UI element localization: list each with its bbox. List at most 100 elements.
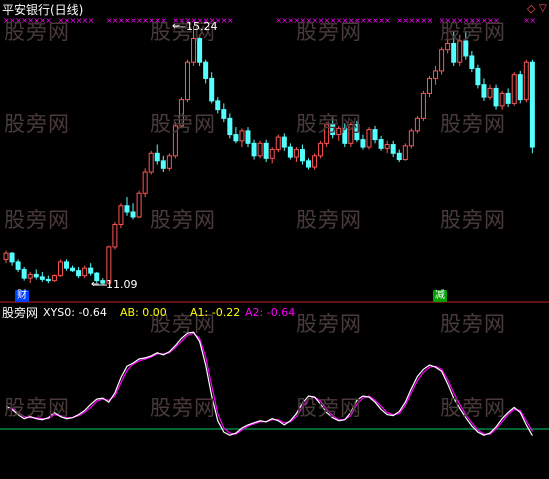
candle <box>420 90 426 121</box>
candle <box>299 144 305 165</box>
candle <box>51 274 57 282</box>
candle <box>15 259 21 272</box>
candle <box>402 143 408 161</box>
candle <box>475 64 481 89</box>
indicator-name: 股旁网 <box>2 306 39 320</box>
candle <box>523 59 529 103</box>
candle <box>100 278 106 285</box>
candle <box>21 266 27 281</box>
candle <box>517 70 523 104</box>
candle <box>148 150 154 175</box>
candle <box>64 259 69 271</box>
candle <box>160 155 166 173</box>
candle <box>118 203 124 229</box>
watermark: 股旁网 <box>4 20 70 44</box>
candle <box>136 190 142 219</box>
candle <box>245 127 251 148</box>
indicator-a1: A1: -0.22 <box>190 306 241 319</box>
candle <box>57 259 63 277</box>
candle <box>221 103 227 123</box>
candle <box>529 59 535 154</box>
low-price-label: 11.09 <box>106 278 138 291</box>
candle <box>209 72 215 104</box>
candle <box>493 84 499 110</box>
candle <box>39 271 45 282</box>
signal-x-marker: × <box>427 16 434 25</box>
candle <box>142 168 148 198</box>
candle <box>9 251 15 266</box>
watermark: 股旁网 <box>150 112 216 136</box>
watermark: 股旁网 <box>296 208 362 232</box>
signal-x-marker: × <box>227 16 234 25</box>
high-price-label: 15.24 <box>186 20 218 33</box>
candle <box>499 90 505 110</box>
menu-diamond-icon[interactable]: ◇ <box>527 3 535 15</box>
candle <box>505 88 511 108</box>
watermark: 股旁网 <box>4 396 70 420</box>
watermark: 股旁网 <box>440 20 506 44</box>
candle <box>185 59 190 103</box>
candle <box>45 275 51 284</box>
candle <box>378 135 384 151</box>
candle <box>427 75 432 98</box>
watermark: 股旁网 <box>150 208 216 232</box>
candle <box>390 140 396 158</box>
candle <box>511 72 517 106</box>
watermark: 股旁网 <box>296 112 362 136</box>
candle <box>76 266 82 279</box>
candle <box>233 127 239 144</box>
menu-down-icon[interactable]: ▽ <box>539 3 547 15</box>
candle <box>396 149 402 163</box>
low-price-arrow-icon: ← <box>91 279 100 290</box>
candle <box>469 50 475 73</box>
candle <box>130 203 136 220</box>
candle <box>166 153 172 171</box>
watermark: 股旁网 <box>440 112 506 136</box>
watermark: 股旁网 <box>4 208 70 232</box>
candle <box>414 115 420 134</box>
candle <box>112 221 118 250</box>
watermark: 股旁网 <box>296 20 362 44</box>
indicator-xys0: XYS0: -0.64 <box>43 306 107 319</box>
candle <box>215 97 221 114</box>
candlesticks <box>3 26 535 285</box>
high-price-arrow-icon: ← <box>172 21 181 32</box>
candle <box>318 140 324 159</box>
candle <box>366 127 372 150</box>
candle <box>372 125 378 144</box>
signal-x-marker: × <box>88 16 95 25</box>
watermark: 股旁网 <box>296 396 362 420</box>
candle <box>306 158 311 170</box>
watermark: 股旁网 <box>440 396 506 420</box>
candle <box>384 140 390 154</box>
candle <box>293 147 299 163</box>
candle <box>227 113 233 139</box>
indicator-ab: AB: 0.00 <box>120 306 167 319</box>
indicator-a2: A2: -0.64 <box>245 306 296 319</box>
candle <box>481 78 487 101</box>
candle <box>27 271 33 284</box>
watermark: 股旁网 <box>440 312 506 336</box>
candle <box>257 140 263 159</box>
candle <box>82 265 88 279</box>
candle <box>203 59 209 84</box>
candle <box>275 134 281 153</box>
signal-x-marker: × <box>529 16 536 25</box>
watermark: 股旁网 <box>4 112 70 136</box>
watermark: 股旁网 <box>440 208 506 232</box>
candle <box>281 133 287 151</box>
watermark: 股旁网 <box>150 396 216 420</box>
chart-title: 平安银行(日线) <box>2 3 84 17</box>
jian-badge[interactable]: 减 <box>433 290 447 302</box>
candle <box>70 265 76 272</box>
candle <box>287 143 293 160</box>
watermark: 股旁网 <box>296 312 362 336</box>
candle <box>439 47 445 75</box>
candle <box>3 250 9 264</box>
candle <box>433 65 439 85</box>
candle <box>124 197 130 216</box>
cai-badge[interactable]: 财 <box>15 290 29 302</box>
candle <box>154 144 160 165</box>
candle <box>408 128 414 149</box>
candle <box>88 263 94 276</box>
